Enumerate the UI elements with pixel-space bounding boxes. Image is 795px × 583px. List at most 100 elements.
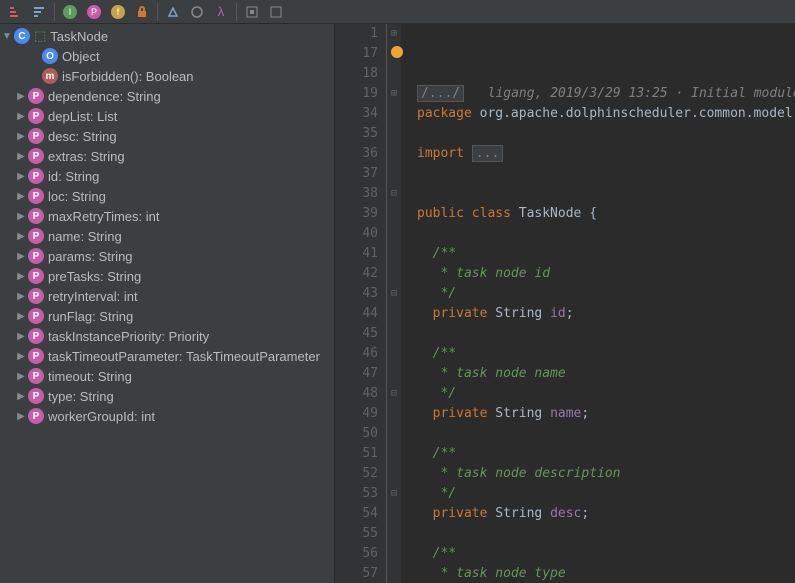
structure-tree[interactable]: ▼ C ⬚ TaskNode OObjectmisForbidden(): Bo… (0, 24, 335, 583)
code-line[interactable]: /.../ ligang, 2019/3/29 13:25 · Initial … (417, 84, 795, 104)
intention-bulb-icon[interactable] (391, 46, 403, 58)
code-line[interactable] (417, 424, 795, 444)
member-label: Object (62, 49, 100, 64)
fold-column[interactable]: ⊞ ⊞ ⊟ ⊟ ⊟ ⊟ (387, 24, 401, 583)
code-line[interactable]: private String desc; (417, 504, 795, 524)
code-line[interactable] (417, 164, 795, 184)
fold-marker-icon[interactable] (389, 429, 399, 439)
lock-icon[interactable] (131, 1, 153, 23)
member-item[interactable]: ▶PtaskInstancePriority: Priority (0, 326, 334, 346)
member-item[interactable]: ▶Ploc: String (0, 186, 334, 206)
code-content[interactable]: /.../ ligang, 2019/3/29 13:25 · Initial … (401, 24, 795, 583)
member-item[interactable]: OObject (0, 46, 334, 66)
arrow-icon[interactable]: ▶ (14, 391, 28, 402)
expand-arrow-icon[interactable]: ▼ (0, 31, 14, 42)
member-item[interactable]: ▶Pdependence: String (0, 86, 334, 106)
member-item[interactable]: ▶Ptype: String (0, 386, 334, 406)
arrow-icon[interactable]: ▶ (14, 151, 28, 162)
member-item[interactable]: ▶PtaskTimeoutParameter: TaskTimeoutParam… (0, 346, 334, 366)
code-line[interactable]: private String name; (417, 404, 795, 424)
member-item[interactable]: ▶Pid: String (0, 166, 334, 186)
member-item[interactable]: ▶Pdesc: String (0, 126, 334, 146)
fold-marker-icon[interactable]: ⊟ (389, 389, 399, 399)
code-line[interactable] (417, 124, 795, 144)
code-line[interactable]: /** (417, 444, 795, 464)
fold-marker-icon[interactable]: ⊞ (389, 89, 399, 99)
code-line[interactable]: */ (417, 484, 795, 504)
fold-marker-icon[interactable] (389, 329, 399, 339)
fold-marker-icon[interactable]: ⊟ (389, 489, 399, 499)
field-icon[interactable]: f (107, 1, 129, 23)
fold-marker-icon[interactable]: ⊟ (389, 189, 399, 199)
member-item[interactable]: ▶Pextras: String (0, 146, 334, 166)
arrow-icon[interactable]: ▶ (14, 411, 28, 422)
arrow-icon[interactable]: ▶ (14, 291, 28, 302)
member-icon: m (42, 68, 58, 84)
line-number: 44 (335, 304, 378, 324)
arrow-icon[interactable]: ▶ (14, 311, 28, 322)
member-item[interactable]: ▶PpreTasks: String (0, 266, 334, 286)
code-line[interactable]: /** (417, 244, 795, 264)
code-line[interactable]: * task node description (417, 464, 795, 484)
member-item[interactable]: ▶Ptimeout: String (0, 366, 334, 386)
sort-icon[interactable] (4, 1, 26, 23)
member-item[interactable]: ▶Pparams: String (0, 246, 334, 266)
arrow-icon[interactable]: ▶ (14, 131, 28, 142)
member-item[interactable]: ▶PrunFlag: String (0, 306, 334, 326)
code-line[interactable] (417, 184, 795, 204)
fold-marker-icon[interactable]: ⊟ (389, 289, 399, 299)
line-number: 53 (335, 484, 378, 504)
member-item[interactable]: ▶PretryInterval: int (0, 286, 334, 306)
arrow-icon[interactable]: ▶ (14, 251, 28, 262)
code-line[interactable]: package org.apache.dolphinscheduler.comm… (417, 104, 795, 124)
code-line[interactable]: */ (417, 284, 795, 304)
expand-icon[interactable] (241, 1, 263, 23)
lambda-icon[interactable]: λ (210, 1, 232, 23)
line-number: 50 (335, 424, 378, 444)
code-line[interactable] (417, 224, 795, 244)
fold-marker-icon[interactable]: ⊞ (389, 29, 399, 39)
fold-marker-icon[interactable] (389, 529, 399, 539)
code-line[interactable]: /** (417, 544, 795, 564)
member-label: workerGroupId: int (48, 409, 155, 424)
property-icon[interactable]: P (83, 1, 105, 23)
member-item[interactable]: ▶PdepList: List (0, 106, 334, 126)
arrow-icon[interactable]: ▶ (14, 371, 28, 382)
code-line[interactable] (417, 324, 795, 344)
interface-icon[interactable]: I (59, 1, 81, 23)
collapse-icon[interactable] (265, 1, 287, 23)
arrow-icon[interactable]: ▶ (14, 91, 28, 102)
arrow-icon[interactable]: ▶ (14, 211, 28, 222)
anonymous-icon[interactable] (186, 1, 208, 23)
code-line[interactable]: */ (417, 384, 795, 404)
member-item[interactable]: misForbidden(): Boolean (0, 66, 334, 86)
code-line[interactable]: private String id; (417, 304, 795, 324)
class-node[interactable]: ▼ C ⬚ TaskNode (0, 26, 334, 46)
code-line[interactable]: public class TaskNode { (417, 204, 795, 224)
code-line[interactable] (417, 524, 795, 544)
arrow-icon[interactable]: ▶ (14, 111, 28, 122)
fold-marker-icon[interactable] (389, 229, 399, 239)
code-editor[interactable]: 1171819343536373839404142434445464748495… (335, 24, 795, 583)
member-icon: P (28, 148, 44, 164)
arrow-icon[interactable]: ▶ (14, 191, 28, 202)
member-item[interactable]: ▶Pname: String (0, 226, 334, 246)
code-line[interactable]: /** (417, 344, 795, 364)
inherited-icon[interactable] (162, 1, 184, 23)
arrow-icon[interactable]: ▶ (14, 331, 28, 342)
member-icon: P (28, 188, 44, 204)
member-item[interactable]: ▶PworkerGroupId: int (0, 406, 334, 426)
line-number: 47 (335, 364, 378, 384)
code-line[interactable]: * task node id (417, 264, 795, 284)
member-icon: P (28, 128, 44, 144)
member-item[interactable]: ▶PmaxRetryTimes: int (0, 206, 334, 226)
arrow-icon[interactable]: ▶ (14, 171, 28, 182)
member-icon: P (28, 408, 44, 424)
code-line[interactable]: import ... (417, 144, 795, 164)
code-line[interactable]: * task node type (417, 564, 795, 583)
arrow-icon[interactable]: ▶ (14, 271, 28, 282)
alpha-sort-icon[interactable] (28, 1, 50, 23)
arrow-icon[interactable]: ▶ (14, 351, 28, 362)
arrow-icon[interactable]: ▶ (14, 231, 28, 242)
code-line[interactable]: * task node name (417, 364, 795, 384)
